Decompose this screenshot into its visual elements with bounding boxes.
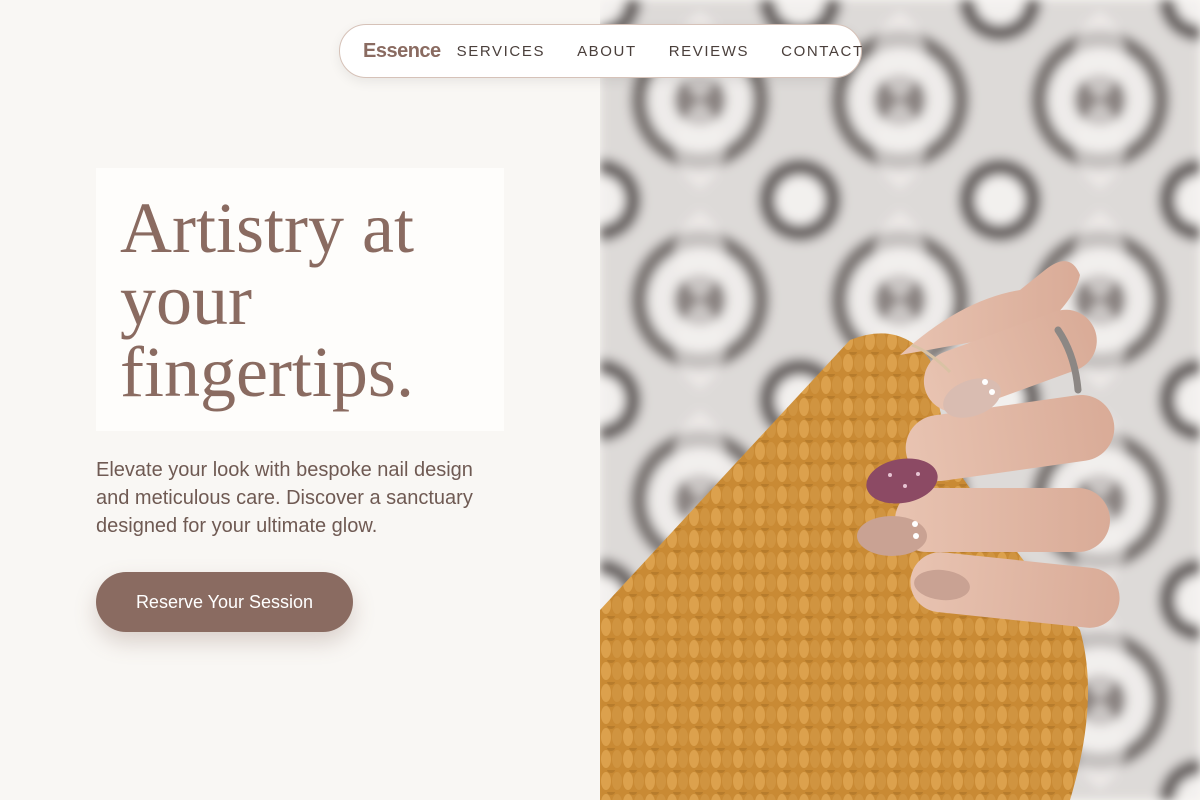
hero-photo xyxy=(600,0,1200,800)
hero-title-line: fingertips. xyxy=(120,332,414,412)
hero-subtitle: Elevate your look with bespoke nail desi… xyxy=(96,459,473,537)
hero-image xyxy=(600,0,1200,800)
hero-title-line: your xyxy=(120,260,252,340)
hero-title: Artistry at your fingertips. xyxy=(120,192,480,408)
hero-title-line: Artistry at xyxy=(120,188,414,268)
brand-logo[interactable]: Essence xyxy=(363,40,441,63)
top-nav: Essence SERVICES ABOUT REVIEWS CONTACT xyxy=(339,24,862,78)
nav-link-services[interactable]: SERVICES xyxy=(457,43,545,60)
nav-link-reviews[interactable]: REVIEWS xyxy=(669,43,749,60)
hero-title-box: Artistry at your fingertips. xyxy=(96,168,504,431)
hero-section: Artistry at your fingertips. Elevate you… xyxy=(0,0,600,800)
reserve-session-button[interactable]: Reserve Your Session xyxy=(96,572,353,632)
nav-link-contact[interactable]: CONTACT xyxy=(781,43,864,60)
nav-link-about[interactable]: ABOUT xyxy=(577,43,637,60)
